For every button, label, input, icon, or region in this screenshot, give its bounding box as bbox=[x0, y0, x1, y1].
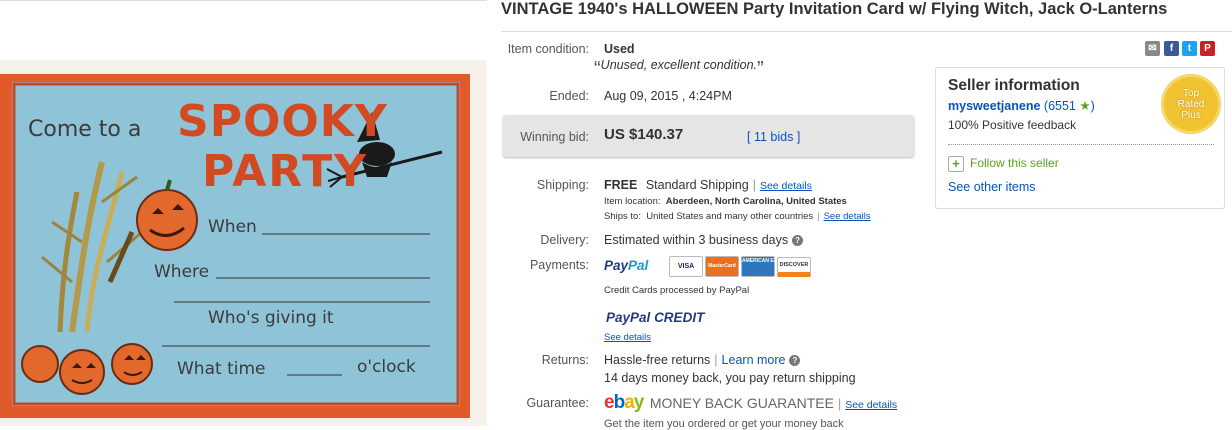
shipping-value: FREE Standard Shipping | See details bbox=[604, 178, 812, 192]
winning-bid-label: Winning bid: bbox=[520, 130, 589, 144]
card-party: PARTY bbox=[202, 146, 369, 197]
card-what-time: What time bbox=[177, 359, 266, 379]
listing-title: VINTAGE 1940's HALLOWEEN Party Invitatio… bbox=[501, 0, 1168, 18]
returns-value: Hassle-free returns | Learn more? bbox=[604, 353, 801, 367]
follow-seller[interactable]: + Follow this seller bbox=[948, 156, 1059, 172]
amex-icon: AMERICAN EXPRESS bbox=[741, 256, 794, 277]
card-line-come: Come to a bbox=[28, 117, 142, 142]
seller-username[interactable]: mysweetjanene bbox=[948, 99, 1040, 113]
star-icon: ★ bbox=[1079, 99, 1091, 113]
divider bbox=[948, 144, 1214, 145]
divider bbox=[501, 31, 1232, 32]
shipping-method: Standard Shipping bbox=[645, 178, 749, 192]
returns-label: Returns: bbox=[541, 353, 589, 367]
top-rated-plus-badge: Top Rated Plus bbox=[1161, 74, 1221, 134]
shipping-free: FREE bbox=[604, 178, 638, 192]
card-oclock: o'clock bbox=[357, 357, 416, 377]
seller-heading: Seller information bbox=[948, 77, 1080, 94]
seller-info-box: Seller information mysweetjanene (6551 ★… bbox=[935, 67, 1225, 209]
item-image-panel: Come to a SPOOKY PARTY When Where Who's … bbox=[0, 0, 487, 426]
mastercard-icon: MasterCard bbox=[705, 256, 739, 277]
guarantee-see-details-link[interactable]: See details bbox=[845, 399, 897, 411]
delivery-value: Estimated within 3 business days? bbox=[604, 233, 804, 247]
visa-icon: VISA bbox=[669, 256, 703, 277]
divider bbox=[0, 0, 487, 1]
seller-username-row: mysweetjanene (6551 ★) bbox=[948, 99, 1095, 113]
item-location: Item location: Aberdeen, North Carolina,… bbox=[604, 196, 847, 207]
money-back-guarantee: ebay MONEY BACK GUARANTEE | See details bbox=[604, 392, 898, 413]
ebay-logo: ebay bbox=[604, 392, 644, 413]
plus-icon: + bbox=[948, 156, 964, 172]
help-icon[interactable]: ? bbox=[789, 355, 801, 367]
card-whos-giving: Who's giving it bbox=[208, 308, 334, 328]
condition-note: “Unused, excellent condition.” bbox=[594, 58, 764, 80]
paypal-logo: PayPal bbox=[604, 258, 649, 273]
ended-value: Aug 09, 2015 , 4:24PM bbox=[604, 89, 732, 103]
ships-to: Ships to: United States and many other c… bbox=[604, 211, 871, 222]
feedback-count[interactable]: 6551 bbox=[1048, 99, 1076, 113]
ships-to-see-details-link[interactable]: See details bbox=[824, 211, 871, 222]
listing-details: VINTAGE 1940's HALLOWEEN Party Invitatio… bbox=[489, 0, 1232, 430]
positive-feedback: 100% Positive feedback bbox=[948, 118, 1077, 132]
badge-top: Top bbox=[1182, 88, 1200, 99]
learn-more-link[interactable]: Learn more bbox=[722, 353, 786, 367]
help-icon[interactable]: ? bbox=[792, 235, 804, 247]
see-other-items-link[interactable]: See other items bbox=[948, 180, 1036, 194]
paypal-credit-see-details-link[interactable]: See details bbox=[604, 332, 651, 343]
card-where: Where bbox=[154, 262, 210, 282]
badge-rated: Rated bbox=[1177, 99, 1205, 110]
card-face: Come to a SPOOKY PARTY When Where Who's … bbox=[12, 82, 460, 406]
delivery-label: Delivery: bbox=[540, 233, 589, 247]
card-when: When bbox=[208, 217, 257, 237]
winning-bid-value: US $140.37 bbox=[604, 126, 684, 143]
paypal-credit-logo: PayPal CREDIT bbox=[606, 310, 705, 325]
pinterest-icon[interactable]: P bbox=[1200, 41, 1215, 56]
bids-count[interactable]: [ 11 bids ] bbox=[747, 130, 800, 144]
guarantee-label: Guarantee: bbox=[526, 396, 589, 410]
email-icon[interactable]: ✉ bbox=[1145, 41, 1160, 56]
shipping-label: Shipping: bbox=[536, 178, 589, 192]
credit-cards-note: Credit Cards processed by PayPal bbox=[604, 285, 750, 296]
facebook-icon[interactable]: f bbox=[1164, 41, 1179, 56]
card-spooky: SPOOKY bbox=[177, 96, 388, 147]
card-logos: VISA MasterCardAMERICAN EXPRESSDISCOVER bbox=[669, 256, 813, 277]
payments-label: Payments: bbox=[529, 258, 589, 272]
shipping-see-details-link[interactable]: See details bbox=[760, 180, 812, 192]
discover-icon: DISCOVER bbox=[777, 256, 811, 277]
condition-value: Used bbox=[604, 42, 635, 56]
ended-label: Ended: bbox=[549, 89, 589, 103]
returns-note: 14 days money back, you pay return shipp… bbox=[604, 371, 856, 385]
badge-plus: Plus bbox=[1181, 110, 1201, 121]
guarantee-note: Get the item you ordered or get your mon… bbox=[604, 418, 844, 430]
condition-label: Item condition: bbox=[507, 42, 589, 56]
item-image[interactable]: Come to a SPOOKY PARTY When Where Who's … bbox=[0, 74, 470, 418]
twitter-icon[interactable]: t bbox=[1182, 41, 1197, 56]
bids-link[interactable]: 11 bids bbox=[754, 130, 793, 144]
